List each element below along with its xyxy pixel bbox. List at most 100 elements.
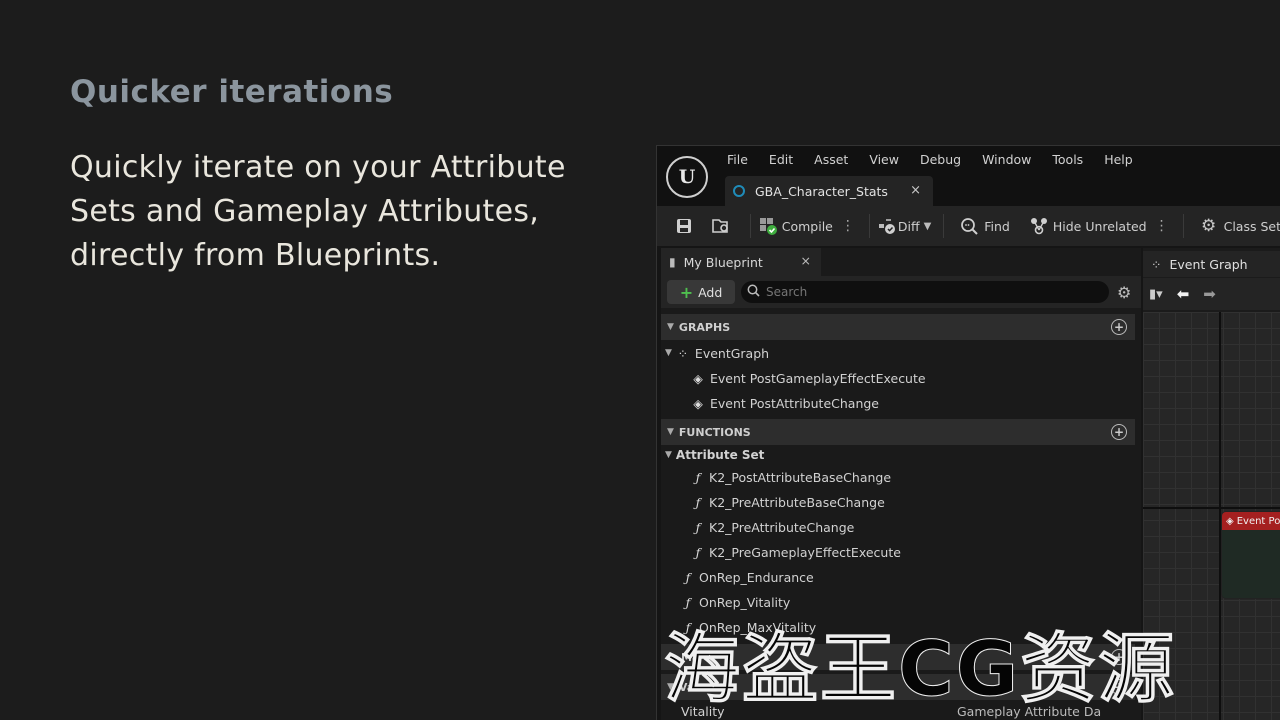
hide-unrelated-icon xyxy=(1028,215,1050,237)
forward-arrow-icon[interactable]: ➡ xyxy=(1203,285,1216,303)
override-function-icon: ƒ xyxy=(695,544,701,560)
hide-unrelated-label: Hide Unrelated xyxy=(1052,218,1147,234)
watermark-text: 海盗王CG资源 xyxy=(664,624,1177,714)
class-settings-label: Class Set xyxy=(1223,218,1280,234)
body-line: Sets and Gameplay Attributes, xyxy=(70,194,540,229)
hide-unrelated-button[interactable]: Hide Unrelated xyxy=(1028,215,1147,237)
compile-label: Compile xyxy=(781,218,833,234)
document-tab-label: GBA_Character_Stats xyxy=(755,183,888,199)
save-icon[interactable] xyxy=(673,215,694,237)
search-box[interactable] xyxy=(741,281,1109,303)
toolbar-divider xyxy=(749,214,751,238)
toolbar-divider xyxy=(943,214,945,238)
menu-asset[interactable]: Asset xyxy=(814,152,848,167)
slide-body: Quickly iterate on your Attribute Sets a… xyxy=(70,146,610,278)
class-settings-button[interactable]: ⚙ Class Set xyxy=(1198,215,1280,237)
event-node[interactable]: ◈ Event Po xyxy=(1221,511,1280,599)
event-icon: ◈ xyxy=(693,395,703,411)
compile-button[interactable]: Compile xyxy=(757,215,833,237)
event-icon: ◈ xyxy=(693,370,703,386)
menu-help[interactable]: Help xyxy=(1104,152,1133,167)
override-function-icon: ƒ xyxy=(695,494,701,510)
toolbar-divider xyxy=(868,214,870,238)
document-tab[interactable]: GBA_Character_Stats × xyxy=(725,176,933,206)
bookmark-icon[interactable]: ▮▾ xyxy=(1149,287,1163,302)
list-item-event[interactable]: ◈ Event PostGameplayEffectExecute xyxy=(691,367,925,389)
menu-edit[interactable]: Edit xyxy=(769,152,793,167)
list-item-label: K2_PreGameplayEffectExecute xyxy=(709,544,901,560)
menu-bar: File Edit Asset View Debug Window Tools … xyxy=(727,152,1154,167)
collapse-arrow-icon: ▼ xyxy=(667,322,674,332)
graph-icon: ⁘ xyxy=(1151,256,1162,272)
collapse-arrow-icon: ▼ xyxy=(667,427,674,437)
expand-arrow-icon: ▼ xyxy=(665,348,672,358)
menu-debug[interactable]: Debug xyxy=(920,152,961,167)
find-icon xyxy=(958,215,980,237)
list-item-function[interactable]: ƒ K2_PreAttributeBaseChange xyxy=(691,491,885,513)
list-item-function[interactable]: ƒ OnRep_Endurance xyxy=(681,566,814,588)
search-icon xyxy=(747,284,760,301)
list-item-label: K2_PreAttributeChange xyxy=(709,519,855,535)
list-item-function[interactable]: ƒ K2_PostAttributeBaseChange xyxy=(691,466,891,488)
menu-view[interactable]: View xyxy=(869,152,899,167)
list-item-function[interactable]: ƒ OnRep_Vitality xyxy=(681,591,791,613)
menu-window[interactable]: Window xyxy=(982,152,1031,167)
add-function-icon[interactable]: + xyxy=(1111,424,1127,440)
slide-heading: Quicker iterations xyxy=(70,74,394,110)
function-icon: ƒ xyxy=(685,569,691,585)
book-icon: ▮ xyxy=(669,255,676,269)
functions-section-label: FUNCTIONS xyxy=(678,425,751,439)
toolbar-divider xyxy=(1182,214,1184,238)
graph-toolbar: ▮▾ ⬅ ➡ xyxy=(1143,278,1280,310)
toolbar: Compile ⋮ Diff ▼ Find Hide Unrelated ⋮ ⚙… xyxy=(657,206,1280,246)
list-item-event[interactable]: ◈ Event PostAttributeChange xyxy=(691,392,879,414)
menu-tools[interactable]: Tools xyxy=(1052,152,1083,167)
function-icon: ƒ xyxy=(685,594,691,610)
category-attribute-set[interactable]: ▼ Attribute Set xyxy=(665,444,764,466)
list-item-eventgraph[interactable]: ▼ ⁘ EventGraph xyxy=(665,342,769,364)
hide-unrelated-options-icon[interactable]: ⋮ xyxy=(1155,218,1169,234)
compile-icon xyxy=(757,215,779,237)
list-item-label: EventGraph xyxy=(694,345,770,361)
gear-icon: ⚙ xyxy=(1200,216,1217,236)
category-label: Attribute Set xyxy=(675,448,765,462)
back-arrow-icon[interactable]: ⬅ xyxy=(1177,285,1190,303)
find-button[interactable]: Find xyxy=(958,215,1010,237)
settings-gear-icon[interactable]: ⚙ xyxy=(1117,283,1131,302)
list-item-label: OnRep_Vitality xyxy=(699,594,791,610)
my-blueprint-header: + Add ⚙ xyxy=(661,276,1141,308)
unreal-logo-icon[interactable]: U xyxy=(666,156,708,198)
list-item-function[interactable]: ƒ K2_PreGameplayEffectExecute xyxy=(691,541,901,563)
override-function-icon: ƒ xyxy=(695,519,701,535)
diff-icon xyxy=(876,215,898,237)
add-graph-icon[interactable]: + xyxy=(1111,319,1127,335)
list-item-label: Event PostAttributeChange xyxy=(710,395,879,411)
title-bar: U File Edit Asset View Debug Window Tool… xyxy=(657,146,1280,206)
add-label: Add xyxy=(698,284,723,300)
override-function-icon: ƒ xyxy=(695,469,701,485)
list-item-function[interactable]: ƒ K2_PreAttributeChange xyxy=(691,516,855,538)
graphs-section-header[interactable]: ▼ GRAPHS + xyxy=(661,314,1135,340)
plus-icon: + xyxy=(679,282,694,302)
search-input[interactable] xyxy=(766,285,1086,299)
event-node-label: Event Po xyxy=(1236,515,1280,527)
close-icon[interactable]: × xyxy=(801,253,811,268)
list-item-label: K2_PostAttributeBaseChange xyxy=(709,469,892,485)
list-item-label: K2_PreAttributeBaseChange xyxy=(709,494,885,510)
add-button[interactable]: + Add xyxy=(667,280,735,304)
event-node-header: ◈ Event Po xyxy=(1222,512,1280,530)
event-graph-tab[interactable]: ⁘ Event Graph xyxy=(1143,251,1280,277)
functions-section-header[interactable]: ▼ FUNCTIONS + xyxy=(661,419,1135,445)
diff-button[interactable]: Diff ▼ xyxy=(876,215,931,237)
browse-icon[interactable] xyxy=(710,215,731,237)
graphs-section-label: GRAPHS xyxy=(678,320,731,334)
diff-label: Diff xyxy=(897,218,920,234)
compile-options-icon[interactable]: ⋮ xyxy=(841,218,855,234)
menu-file[interactable]: File xyxy=(727,152,748,167)
find-label: Find xyxy=(984,218,1010,234)
list-item-label: OnRep_Endurance xyxy=(699,569,814,585)
expand-arrow-icon: ▼ xyxy=(665,450,672,460)
chevron-down-icon: ▼ xyxy=(923,220,932,232)
my-blueprint-tab[interactable]: ▮ My Blueprint × xyxy=(661,248,821,276)
close-icon[interactable]: × xyxy=(910,183,921,198)
